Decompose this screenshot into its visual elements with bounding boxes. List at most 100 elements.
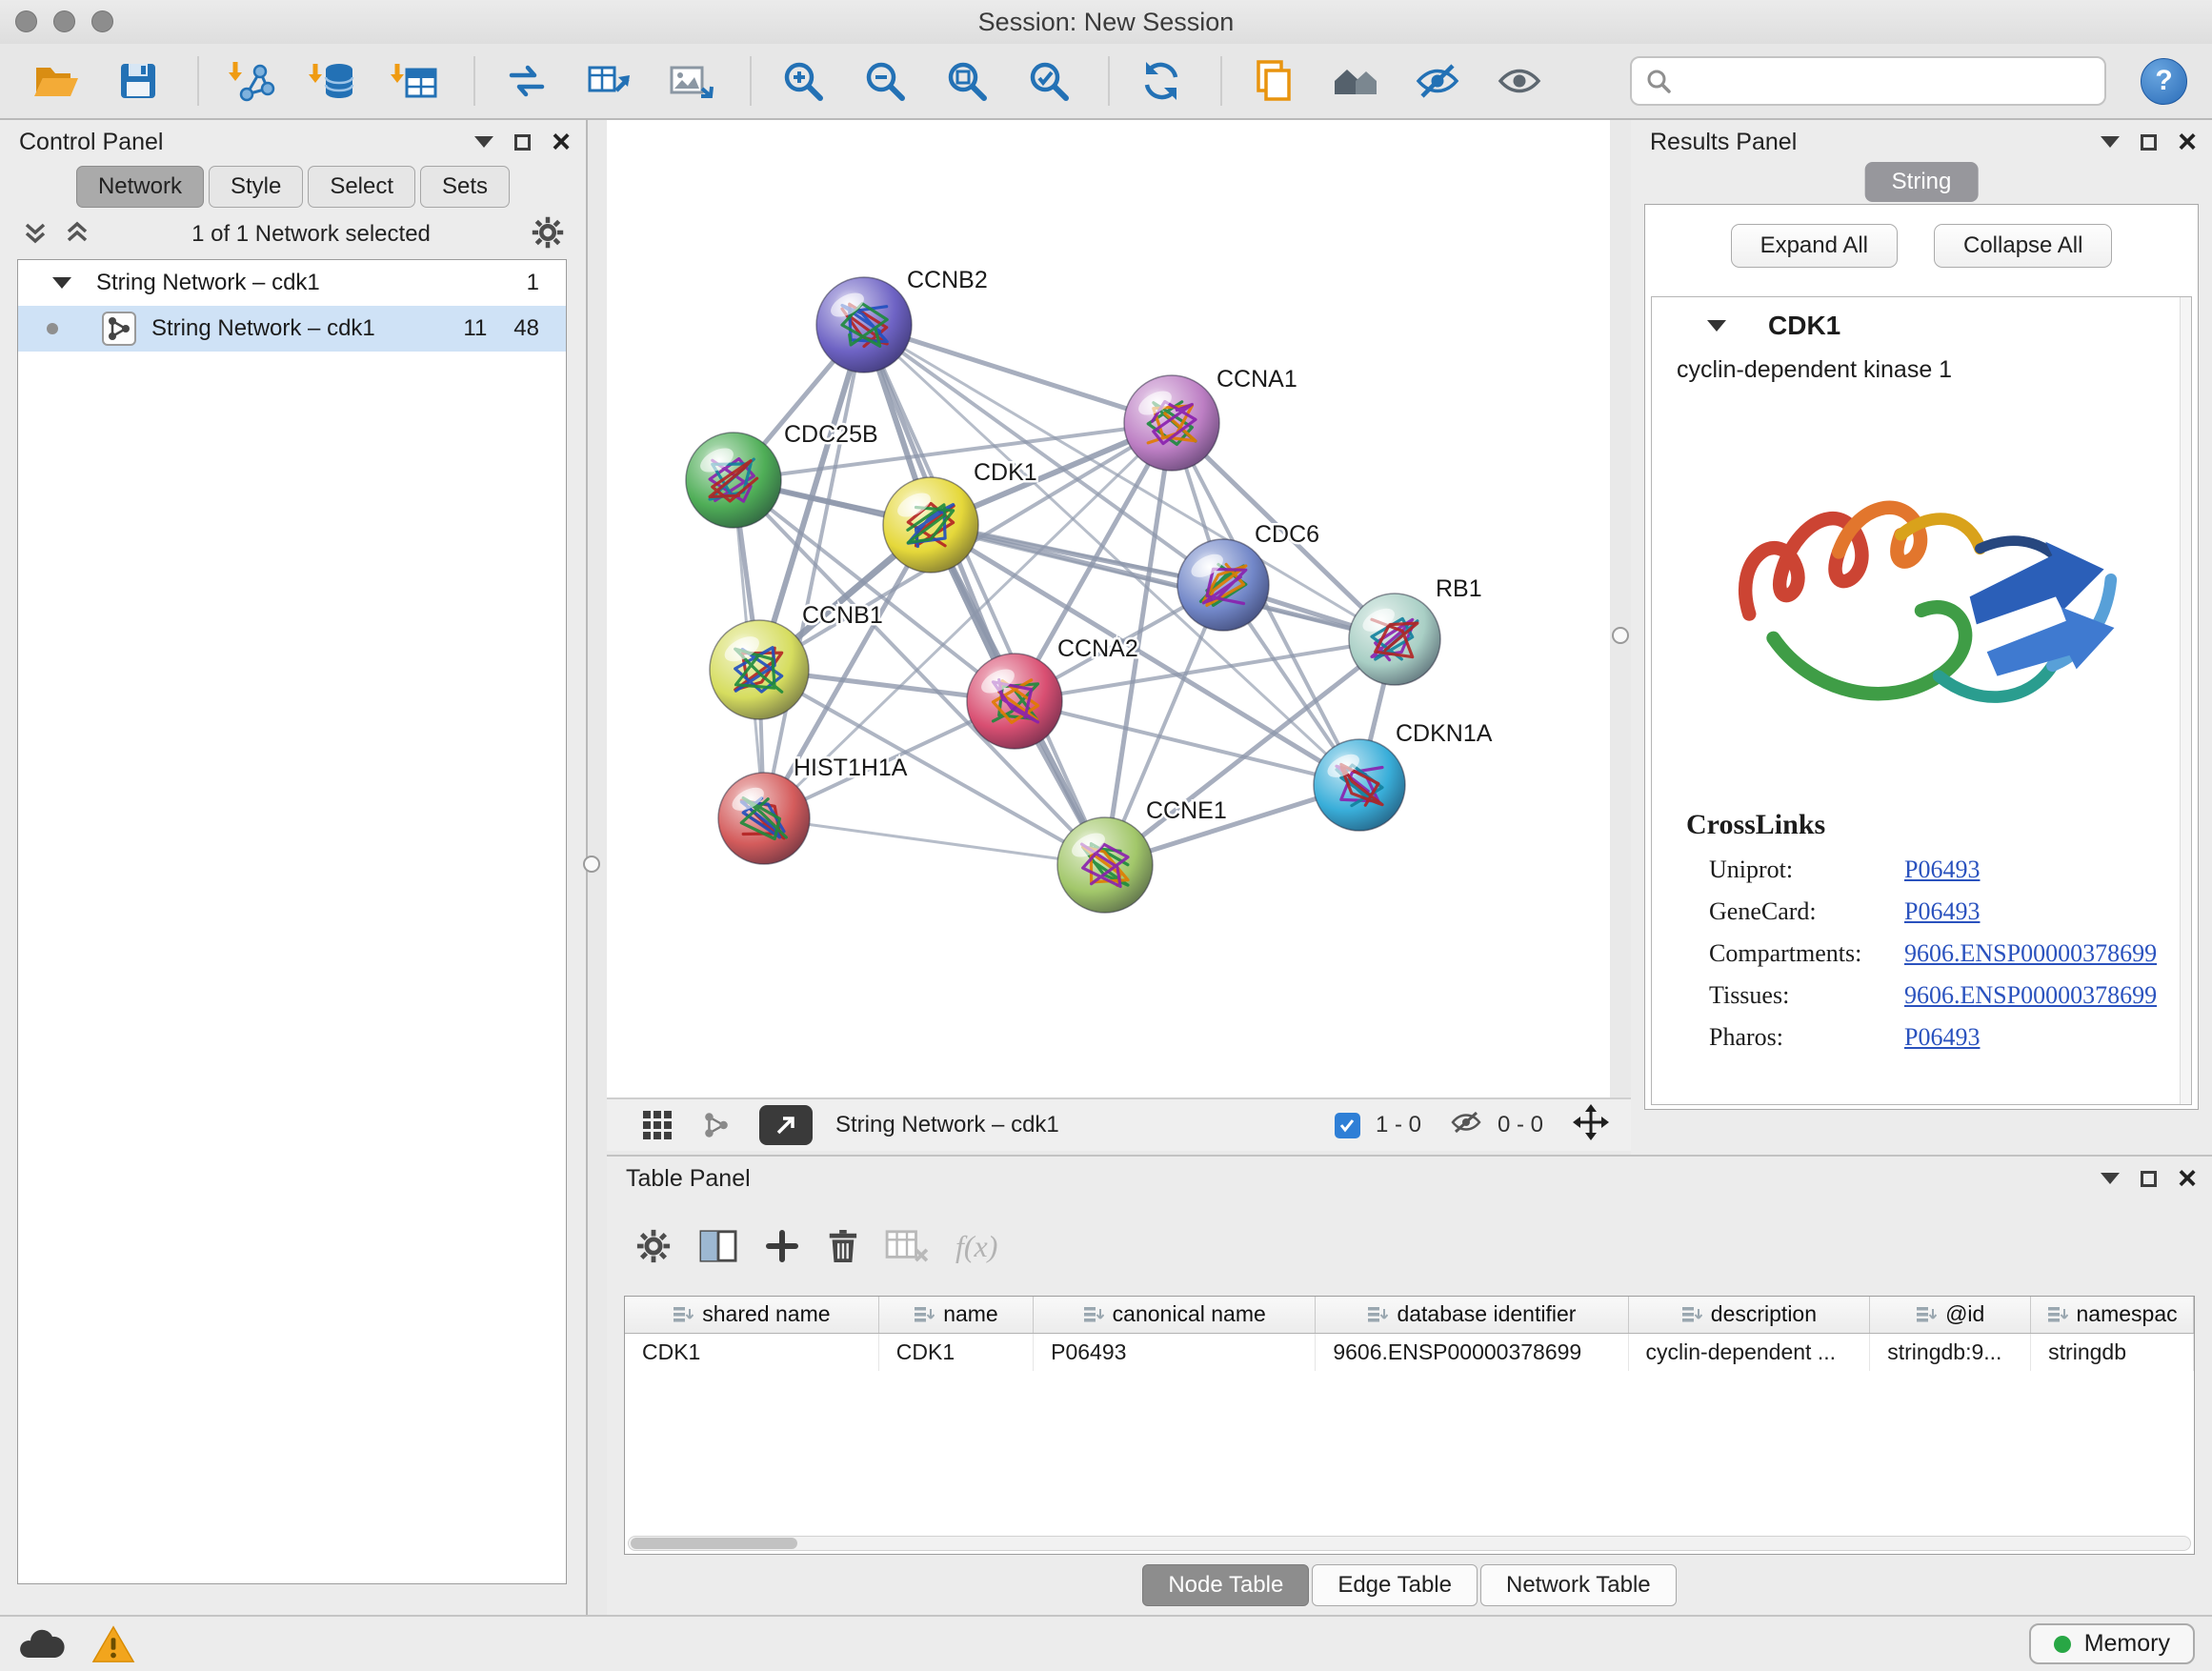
memory-button[interactable]: Memory [2029, 1623, 2195, 1664]
tab-edge-table[interactable]: Edge Table [1312, 1564, 1478, 1606]
table-cell: cyclin-dependent ... [1628, 1333, 1870, 1371]
column-header[interactable]: description [1628, 1297, 1870, 1333]
tab-style[interactable]: Style [209, 166, 303, 208]
cloud-status-button[interactable] [17, 1627, 67, 1661]
network-edge[interactable] [864, 325, 1105, 865]
crosslink-link[interactable]: P06493 [1904, 897, 1980, 926]
birds-eye-view-button[interactable] [641, 1109, 674, 1141]
scrollbar-thumb[interactable] [631, 1538, 797, 1549]
zoom-in-button[interactable] [766, 50, 840, 112]
collapse-all-button[interactable]: Collapse All [1934, 224, 2112, 268]
edge-count: 48 [513, 315, 539, 342]
export-image-button[interactable] [654, 50, 728, 112]
column-header[interactable]: canonical name [1034, 1297, 1316, 1333]
close-panel-icon[interactable]: × [2178, 1162, 2197, 1195]
float-panel-icon[interactable] [2141, 1171, 2157, 1187]
import-network-database-button[interactable] [295, 50, 370, 112]
crosslink-link[interactable]: 9606.ENSP00000378699 [1904, 939, 2157, 968]
panel-menu-icon[interactable] [2101, 136, 2120, 148]
help-button[interactable]: ? [2141, 58, 2187, 105]
right-splitter-handle[interactable] [1612, 627, 1629, 644]
table-mode-gear-button[interactable] [635, 1228, 672, 1264]
panel-menu-icon[interactable] [474, 136, 493, 148]
network-node-CDC6[interactable] [1177, 539, 1269, 631]
network-node-CDC25B[interactable] [686, 433, 781, 528]
open-session-button[interactable] [19, 50, 93, 112]
create-column-button[interactable] [765, 1229, 799, 1263]
tab-network-table[interactable]: Network Table [1480, 1564, 1677, 1606]
collection-expand-icon[interactable] [52, 277, 71, 289]
network-collection-row[interactable]: String Network – cdk1 1 [18, 260, 566, 306]
new-network-from-selection-button[interactable] [572, 50, 646, 112]
network-edge[interactable] [864, 325, 1172, 423]
column-header[interactable]: shared name [625, 1297, 878, 1333]
collapse-card-icon[interactable] [1707, 320, 1726, 332]
delete-table-button[interactable] [885, 1228, 929, 1264]
tab-select[interactable]: Select [308, 166, 415, 208]
crosslink-link[interactable]: 9606.ENSP00000378699 [1904, 981, 2157, 1010]
tab-sets[interactable]: Sets [420, 166, 510, 208]
pan-tool-icon[interactable] [1572, 1103, 1610, 1148]
zoom-selected-button[interactable] [1012, 50, 1086, 112]
network-node-CCNE1[interactable] [1057, 817, 1153, 913]
show-columns-button[interactable] [698, 1228, 738, 1264]
float-panel-icon[interactable] [514, 134, 531, 151]
protein-structure-image [1652, 393, 2191, 790]
refresh-view-button[interactable] [1124, 50, 1198, 112]
tab-string[interactable]: String [1865, 162, 1979, 202]
show-all-button[interactable] [1482, 50, 1557, 112]
column-header[interactable]: name [878, 1297, 1033, 1333]
expand-all-button[interactable]: Expand All [1731, 224, 1898, 268]
column-header[interactable]: namespac [2031, 1297, 2194, 1333]
import-network-file-button[interactable] [213, 50, 288, 112]
network-node-CCNA1[interactable] [1124, 375, 1219, 471]
protein-card-header[interactable]: CDK1 [1652, 297, 2191, 345]
network-overview-button[interactable] [700, 1109, 733, 1141]
node-label-HIST1H1A: HIST1H1A [794, 755, 908, 781]
network-node-CCNB2[interactable] [816, 277, 912, 372]
network-canvas[interactable]: CCNB2CCNA1CDC25BCDK1CDC6RB1CCNB1CCNA2CDK… [607, 120, 1610, 1097]
tab-network[interactable]: Network [76, 166, 204, 208]
node-label-CDKN1A: CDKN1A [1396, 720, 1493, 747]
float-panel-icon[interactable] [2141, 134, 2157, 151]
crosslink-link[interactable]: P06493 [1904, 1023, 1980, 1052]
selected-checkbox-icon[interactable] [1335, 1113, 1360, 1138]
card-scrollbar[interactable] [2180, 297, 2191, 1104]
left-splitter-handle[interactable] [583, 856, 600, 873]
minimize-window-button[interactable] [53, 10, 75, 32]
network-edit-button[interactable] [490, 50, 564, 112]
vertical-splitter[interactable] [1610, 120, 1631, 1097]
import-table-button[interactable] [377, 50, 452, 112]
network-node-CCNA2[interactable] [967, 654, 1062, 749]
function-builder-button[interactable]: f(x) [955, 1229, 997, 1264]
zoom-out-button[interactable] [848, 50, 922, 112]
network-options-gear-icon[interactable] [531, 215, 565, 254]
column-header[interactable]: @id [1870, 1297, 2031, 1333]
close-panel-icon[interactable]: × [552, 126, 571, 158]
string-home-button[interactable] [1318, 50, 1393, 112]
collapse-all-networks-icon[interactable] [21, 218, 50, 252]
network-edge[interactable] [1015, 701, 1359, 785]
search-input[interactable] [1630, 56, 2106, 106]
save-session-button[interactable] [101, 50, 175, 112]
network-graph[interactable]: CCNB2CCNA1CDC25BCDK1CDC6RB1CCNB1CCNA2CDK… [607, 120, 1610, 1097]
maximize-window-button[interactable] [91, 10, 113, 32]
table-row[interactable]: CDK1CDK1P064939606.ENSP00000378699cyclin… [625, 1333, 2194, 1371]
expand-all-networks-icon[interactable] [63, 218, 91, 252]
network-edge[interactable] [764, 818, 1105, 865]
column-header[interactable]: database identifier [1316, 1297, 1628, 1333]
close-window-button[interactable] [15, 10, 37, 32]
zoom-fit-button[interactable] [930, 50, 1004, 112]
panel-menu-icon[interactable] [2101, 1173, 2120, 1184]
network-node-CCNB1[interactable] [710, 620, 809, 719]
open-in-window-button[interactable] [759, 1105, 813, 1145]
hide-selected-button[interactable] [1400, 50, 1475, 112]
network-row-selected[interactable]: String Network – cdk1 11 48 [18, 306, 566, 352]
crosslink-link[interactable]: P06493 [1904, 856, 1980, 884]
table-horizontal-scrollbar[interactable] [628, 1536, 2191, 1551]
tab-node-table[interactable]: Node Table [1142, 1564, 1309, 1606]
delete-column-button[interactable] [826, 1228, 858, 1264]
warnings-button[interactable] [91, 1624, 135, 1664]
close-panel-icon[interactable]: × [2178, 126, 2197, 158]
clone-network-button[interactable] [1237, 50, 1311, 112]
